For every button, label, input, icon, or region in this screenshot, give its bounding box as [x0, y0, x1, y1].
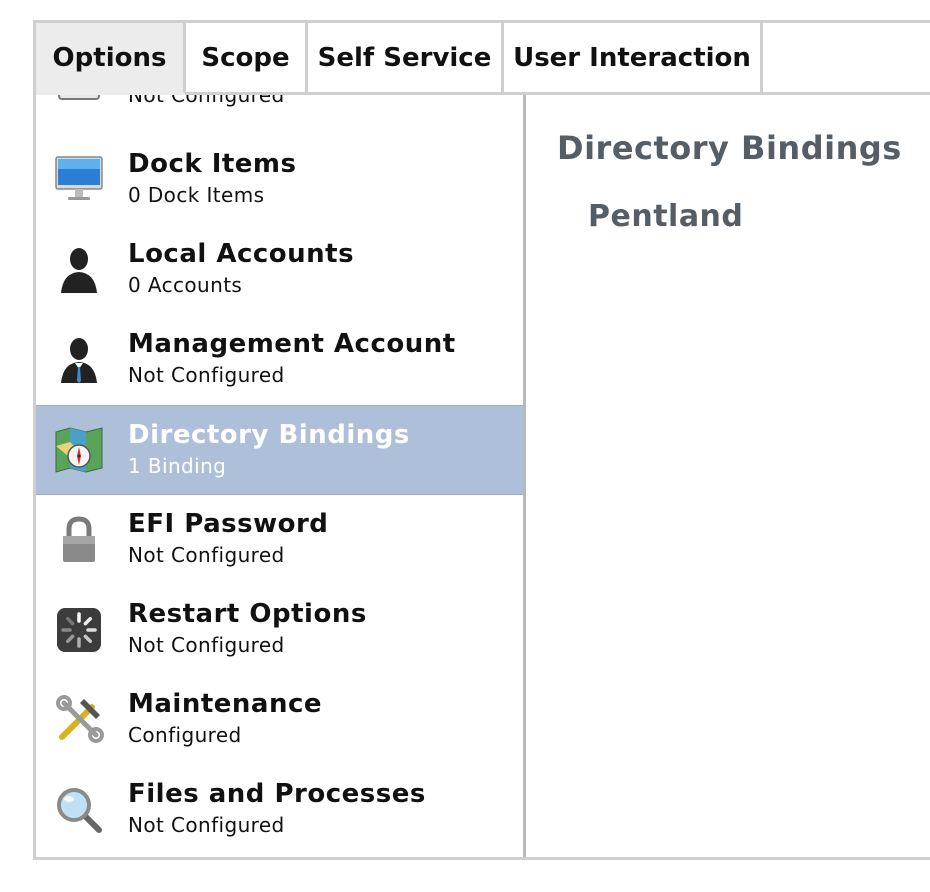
- sidebar-item-title: Files and Processes: [128, 779, 426, 809]
- sidebar-item-files-and-processes[interactable]: Files and Processes Not Configured: [36, 765, 523, 855]
- user-silhouette-icon: [61, 248, 97, 293]
- sidebar-item-scheduled[interactable]: Not Configured: [36, 95, 523, 125]
- binding-entry[interactable]: Pentland: [588, 199, 743, 234]
- sidebar-item-title: Restart Options: [128, 599, 367, 629]
- sidebar-item-subtitle: Not Configured: [128, 95, 285, 107]
- sidebar-item-title: Local Accounts: [128, 239, 355, 269]
- sidebar-item-directory-bindings[interactable]: Directory Bindings 1 Binding: [36, 405, 523, 495]
- detail-pane: Directory Bindings Pentland: [526, 95, 930, 857]
- tab-label: User Interaction: [513, 42, 751, 73]
- tab-user-interaction[interactable]: User Interaction: [504, 23, 763, 95]
- padlock-icon: [63, 516, 95, 562]
- sidebar-item-restart-options[interactable]: Restart Options Not Configured: [36, 585, 523, 675]
- sidebar-item-subtitle: 0 Accounts: [128, 273, 243, 297]
- tab-bar: Options Scope Self Service User Interact…: [36, 23, 930, 95]
- sidebar-item-local-accounts[interactable]: Local Accounts 0 Accounts: [36, 225, 523, 315]
- sidebar-item-maintenance[interactable]: Maintenance Configured: [36, 675, 523, 765]
- sidebar-item-title: Directory Bindings: [128, 420, 410, 450]
- sidebar-item-management-account[interactable]: Management Account Not Configured: [36, 315, 523, 405]
- tab-options[interactable]: Options: [36, 23, 186, 95]
- sidebar-item-subtitle: Configured: [128, 723, 242, 747]
- tab-label: Scope: [201, 42, 290, 73]
- tab-label: Options: [52, 42, 167, 73]
- spinner-icon: [57, 608, 101, 652]
- sidebar-item-subtitle: Not Configured: [128, 813, 285, 837]
- options-sidebar[interactable]: Not Configured Dock Items 0 Dock Items L…: [36, 95, 526, 857]
- sidebar-item-dock-items[interactable]: Dock Items 0 Dock Items: [36, 135, 523, 225]
- tools-icon: [56, 695, 104, 743]
- sidebar-item-efi-password[interactable]: EFI Password Not Configured: [36, 495, 523, 585]
- magnifier-icon: [57, 788, 102, 833]
- sidebar-item-subtitle: Not Configured: [128, 363, 285, 387]
- map-compass-icon: [55, 427, 103, 473]
- sidebar-item-title: Dock Items: [128, 149, 297, 179]
- sidebar-item-title: Maintenance: [128, 689, 323, 719]
- sidebar-item-title: Management Account: [128, 329, 456, 359]
- sidebar-item-subtitle: 1 Binding: [128, 454, 227, 478]
- policy-panel: Options Scope Self Service User Interact…: [33, 20, 930, 860]
- sidebar-item-title: EFI Password: [128, 509, 329, 539]
- tab-scope[interactable]: Scope: [186, 23, 308, 95]
- clock-icon: [58, 95, 100, 100]
- tab-self-service[interactable]: Self Service: [308, 23, 504, 95]
- sidebar-item-subtitle: 0 Dock Items: [128, 183, 265, 207]
- tab-label: Self Service: [317, 42, 492, 73]
- sidebar-item-subtitle: Not Configured: [128, 543, 285, 567]
- manager-user-icon: [61, 338, 97, 383]
- detail-title: Directory Bindings: [557, 129, 902, 167]
- monitor-icon: [55, 156, 103, 200]
- sidebar-item-subtitle: Not Configured: [128, 633, 285, 657]
